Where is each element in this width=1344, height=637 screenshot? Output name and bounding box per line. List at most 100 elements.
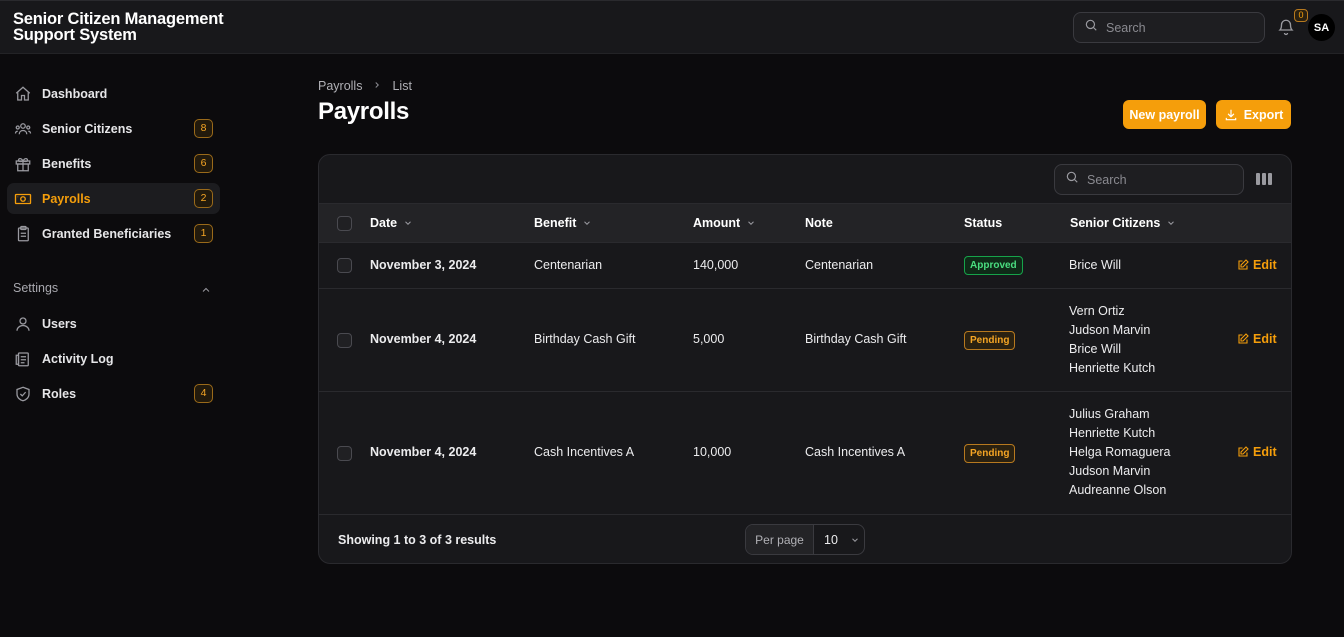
table-toolbar xyxy=(319,155,1291,204)
table-row[interactable]: November 4, 2024 Birthday Cash Gift 5,00… xyxy=(319,289,1291,392)
breadcrumb-payrolls[interactable]: Payrolls xyxy=(318,79,362,93)
count-badge: 1 xyxy=(194,224,213,243)
column-header-date[interactable]: Date xyxy=(370,216,413,230)
sidebar-item-label: Users xyxy=(42,316,77,331)
clipboard-icon xyxy=(14,225,32,243)
citizen-name: Henriette Kutch xyxy=(1069,426,1156,440)
columns-icon[interactable] xyxy=(1256,172,1272,191)
count-badge: 4 xyxy=(194,384,213,403)
citizen-name: Julius Graham xyxy=(1069,407,1150,421)
home-icon xyxy=(14,85,32,103)
sidebar-item-dashboard[interactable]: Dashboard xyxy=(7,78,220,109)
chevron-up-icon[interactable] xyxy=(200,283,212,301)
bell-icon[interactable] xyxy=(1277,18,1297,38)
column-header-benefit[interactable]: Benefit xyxy=(534,216,592,230)
table-header: Date Benefit Amount Note Status Senior C… xyxy=(319,204,1291,243)
chevron-down-icon xyxy=(852,537,858,542)
sidebar-item-label: Granted Beneficiaries xyxy=(42,226,172,241)
citizen-name: Henriette Kutch xyxy=(1069,361,1156,375)
cell-senior-citizens: Julius Graham Henriette Kutch Helga Roma… xyxy=(1069,405,1170,500)
citizen-name: Audreanne Olson xyxy=(1069,483,1167,497)
row-checkbox[interactable] xyxy=(337,258,352,273)
cell-note: Cash Incentives A xyxy=(805,445,906,459)
download-icon xyxy=(1225,109,1236,120)
sidebar-item-users[interactable]: Users xyxy=(7,308,220,339)
per-page-label: Per page xyxy=(746,525,814,554)
banknote-icon xyxy=(14,190,32,208)
sidebar-item-label: Benefits xyxy=(42,156,92,171)
breadcrumb-list: List xyxy=(392,79,412,93)
new-payroll-button[interactable]: New payroll xyxy=(1123,100,1206,129)
sidebar-item-senior-citizens[interactable]: Senior Citizens 8 xyxy=(7,113,220,144)
column-header-status: Status xyxy=(964,216,1003,230)
top-bar: Senior Citizen Management Support System… xyxy=(0,0,1344,54)
global-search-input[interactable] xyxy=(1106,20,1246,35)
edit-button[interactable]: Edit xyxy=(1237,332,1277,346)
global-search[interactable] xyxy=(1073,12,1265,43)
cell-amount: 140,000 xyxy=(693,258,739,272)
sidebar-item-benefits[interactable]: Benefits 6 xyxy=(7,148,220,179)
search-icon xyxy=(1084,18,1098,37)
cell-benefit: Birthday Cash Gift xyxy=(534,332,636,346)
sidebar-item-label: Payrolls xyxy=(42,191,91,206)
edit-icon xyxy=(1238,333,1249,344)
sidebar: Dashboard Senior Citizens 8 Benefits 6 P… xyxy=(0,54,228,637)
sidebar-item-label: Senior Citizens xyxy=(42,121,133,136)
users-group-icon xyxy=(14,120,32,138)
table-row[interactable]: November 4, 2024 Cash Incentives A 10,00… xyxy=(319,392,1291,515)
edit-button[interactable]: Edit xyxy=(1237,445,1277,459)
chevron-right-icon xyxy=(372,79,382,93)
export-button-label: Export xyxy=(1243,107,1284,122)
sidebar-item-activity-log[interactable]: Activity Log xyxy=(7,343,220,374)
page-title: Payrolls xyxy=(318,98,409,125)
table-search[interactable] xyxy=(1054,164,1244,195)
citizen-name: Brice Will xyxy=(1069,342,1122,356)
row-checkbox[interactable] xyxy=(337,446,352,461)
citizen-name: Brice Will xyxy=(1069,258,1122,272)
per-page-select[interactable]: Per page 10 xyxy=(745,524,865,555)
gift-icon xyxy=(14,155,32,173)
shield-check-icon xyxy=(14,385,32,403)
avatar[interactable]: SA xyxy=(1308,14,1335,41)
table-footer: Showing 1 to 3 of 3 results Per page 10 xyxy=(319,515,1291,563)
payrolls-table-card: Date Benefit Amount Note Status Senior C… xyxy=(318,154,1292,564)
chevron-down-icon xyxy=(1168,221,1175,225)
sidebar-item-label: Dashboard xyxy=(42,86,108,101)
export-button[interactable]: Export xyxy=(1216,100,1291,129)
column-header-amount[interactable]: Amount xyxy=(693,216,756,230)
sidebar-item-granted-beneficiaries[interactable]: Granted Beneficiaries 1 xyxy=(7,218,220,249)
cell-amount: 5,000 xyxy=(693,332,725,346)
table-row[interactable]: November 3, 2024 Centenarian 140,000 Cen… xyxy=(319,243,1291,289)
cell-senior-citizens: Vern Ortiz Judson Marvin Brice Will Henr… xyxy=(1069,302,1155,378)
cell-date: November 4, 2024 xyxy=(370,445,477,459)
sidebar-item-payrolls[interactable]: Payrolls 2 xyxy=(7,183,220,214)
chevron-down-icon xyxy=(405,221,411,225)
sidebar-item-roles[interactable]: Roles 4 xyxy=(7,378,220,409)
search-icon xyxy=(1065,170,1079,189)
select-all-checkbox[interactable] xyxy=(337,216,352,231)
edit-icon xyxy=(1238,259,1249,270)
breadcrumb: Payrolls List xyxy=(318,79,412,93)
clipboard-list-icon xyxy=(14,350,32,368)
edit-button[interactable]: Edit xyxy=(1237,258,1277,272)
status-badge: Pending xyxy=(964,444,1016,463)
count-badge: 8 xyxy=(194,119,213,138)
edit-icon xyxy=(1238,446,1249,457)
settings-group-label[interactable]: Settings xyxy=(13,281,58,295)
status-badge: Pending xyxy=(964,331,1016,350)
citizen-name: Judson Marvin xyxy=(1069,323,1151,337)
sidebar-item-label: Activity Log xyxy=(42,351,114,366)
cell-amount: 10,000 xyxy=(693,445,732,459)
row-checkbox[interactable] xyxy=(337,333,352,348)
cell-benefit: Cash Incentives A xyxy=(534,445,635,459)
per-page-value[interactable]: 10 xyxy=(814,533,864,547)
app-title[interactable]: Senior Citizen Management Support System xyxy=(13,11,253,44)
citizen-name: Judson Marvin xyxy=(1069,464,1151,478)
chevron-down-icon xyxy=(584,221,591,225)
sidebar-item-label: Roles xyxy=(42,386,77,401)
column-header-senior-citizens[interactable]: Senior Citizens xyxy=(1070,216,1176,230)
count-badge: 6 xyxy=(194,154,213,173)
table-search-input[interactable] xyxy=(1087,172,1227,187)
cell-benefit: Centenarian xyxy=(534,258,603,272)
cell-senior-citizens: Brice Will xyxy=(1069,256,1121,275)
